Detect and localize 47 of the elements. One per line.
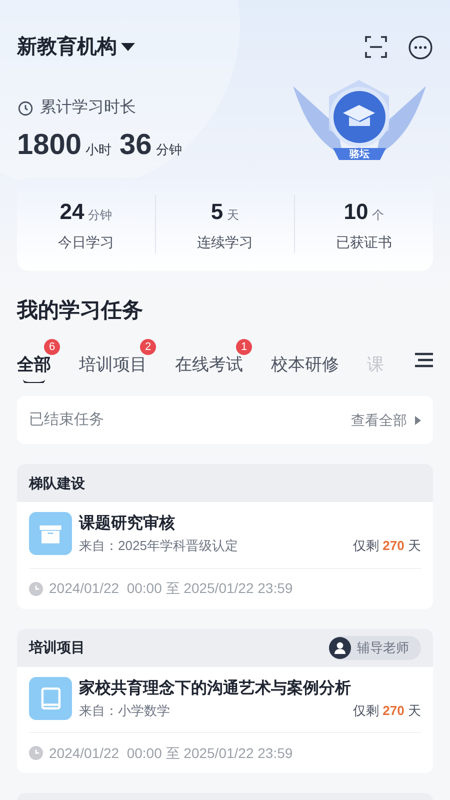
category-label: 梯队建设 [29,474,85,492]
view-all-link[interactable]: 查看全部 [351,410,421,430]
remaining-days: 仅剩 270 天 [353,700,421,720]
scan-icon[interactable] [364,35,388,59]
section-title: 我的学习任务 [16,298,144,324]
box-icon [29,512,72,556]
count-badge: 1 [236,339,252,355]
minutes-value: 36 [120,128,152,163]
stat-value: 10 [344,198,368,226]
stat-label: 今日学习 [58,233,114,252]
minutes-unit: 分钟 [156,141,182,159]
stat-unit: 天 [227,207,240,224]
tutor-tag: 辅导老师 [329,636,421,660]
duration-label: 累计学习时长 [40,98,136,118]
org-switcher[interactable]: 新教育机构 [17,32,135,62]
medal-label: 骆坛 [350,148,370,162]
hours-value: 1800 [17,128,82,163]
clock-icon [29,746,43,760]
count-badge: 6 [44,339,60,355]
task-title: 课题研究审核 [79,513,176,534]
clock-icon [17,100,34,116]
remaining-days: 仅剩 270 天 [353,536,421,556]
stat-label: 已获证书 [336,233,392,252]
book-icon [29,676,72,720]
stat-unit: 分钟 [88,207,112,224]
more-icon[interactable] [408,34,433,60]
category-label: 培训项目 [29,638,85,657]
category-tab[interactable]: 校本研修 [271,347,339,383]
count-badge: 2 [140,339,156,355]
task-title: 家校共育理念下的沟通艺术与案例分析 [79,678,352,698]
hours-unit: 小时 [86,141,112,159]
caret-icon [121,42,135,52]
task-period: 2024/01/22 00:00 至 2025/01/22 23:59 [49,744,293,762]
clock-icon [29,582,43,596]
task-card[interactable]: 梯队建设 课题研究审核 来自：2025年学科晋级认定 仅剩 270 天 2024/01/22 00:00 至 2025/01/22 23:59 [17,464,433,608]
ended-tasks-label: 已结束任务 [29,410,104,430]
stat-value: 5 [210,198,224,226]
menu-icon[interactable] [415,352,433,368]
stat-label: 连续学习 [197,233,253,252]
stat-unit: 个 [372,207,384,224]
stat-value: 24 [60,198,84,226]
task-source: 来自：2025年学科晋级认定 [79,537,238,555]
task-period: 2024/01/22 00:00 至 2025/01/22 23:59 [49,579,293,598]
person-icon [329,636,351,658]
triangle-icon [415,416,421,424]
task-card[interactable]: 培训项目 辅导老师 家校共育理念下的沟通艺术与案例分析 来自：小学数学 仅剩 270 天 2024/01/22 00:00 至 2025/01/22 23:59 [17,628,433,773]
task-source: 来自：小学数学 [79,702,170,720]
